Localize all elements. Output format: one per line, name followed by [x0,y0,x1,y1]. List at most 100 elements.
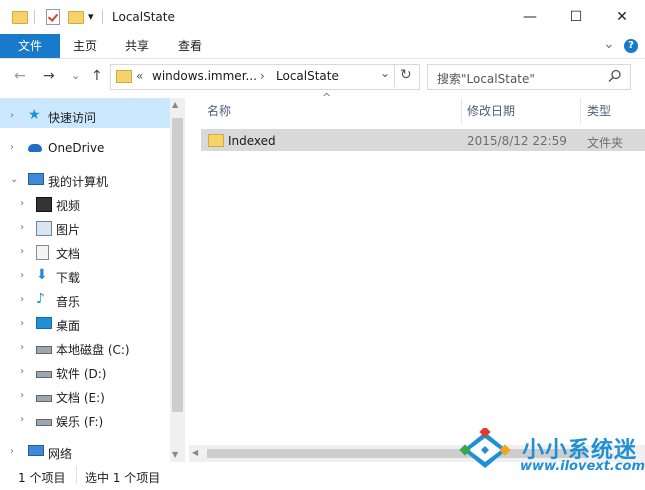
scroll-down-icon[interactable]: ▼ [172,450,178,459]
selected-count: 选中 1 个项目 [85,471,161,485]
sidebar-item-label: 桌面 [56,319,81,333]
search-icon[interactable] [608,69,622,83]
overflow-chevron-icon[interactable]: « [136,69,143,83]
chevron-right-icon[interactable]: › [20,270,24,281]
computer-icon [28,173,44,185]
close-button[interactable]: ✕ [599,0,645,34]
divider [102,10,103,24]
sidebar-item[interactable]: › ♪ 音乐 [0,288,170,312]
sidebar-item[interactable]: › 视频 [0,192,170,216]
drive-icon [36,371,52,378]
quick-access-toolbar-dropdown-icon[interactable]: ▾ [88,10,94,23]
scroll-up-icon[interactable]: ▲ [172,100,178,109]
divider [394,65,395,87]
up-button[interactable]: ↑ [91,68,103,84]
chevron-right-icon[interactable]: › [20,246,24,257]
download-icon: ⬇ [36,267,48,283]
sidebar-item-label: 娱乐 (F:) [56,415,104,429]
local-disk-icon [36,346,52,354]
file-name: Indexed [228,134,276,148]
item-count: 1 个项目 [18,471,66,485]
chevron-right-icon[interactable]: › [20,318,24,329]
sort-ascending-icon: ^ [322,91,332,104]
sidebar-item-label: 快速访问 [48,111,97,125]
nav-scrollbar-thumb[interactable] [172,118,183,412]
chevron-down-icon[interactable]: ⌄ [10,174,18,185]
new-folder-icon[interactable] [68,11,84,24]
sidebar-item[interactable]: › 网络 [0,440,170,464]
watermark-url: www.ilovext.com [520,459,645,474]
divider [34,10,35,24]
sidebar-item[interactable]: › 娱乐 (F:) [0,408,170,432]
sidebar-item-label: 网络 [48,447,73,461]
maximize-button[interactable]: ☐ [553,0,599,34]
ribbon-expand-icon[interactable]: ⌄ [603,36,615,52]
network-icon [28,445,44,456]
sidebar-item[interactable]: › ★ 快速访问 [0,98,170,128]
sidebar-item[interactable]: › ⬇ 下载 [0,264,170,288]
sidebar-item-label: 本地磁盘 (C:) [56,343,130,357]
folder-icon[interactable] [12,11,28,24]
chevron-right-icon[interactable]: › [20,414,24,425]
drive-icon [36,395,52,402]
chevron-right-icon[interactable]: › [10,142,14,153]
sidebar-item[interactable]: › 本地磁盘 (C:) [0,336,170,360]
sidebar-item[interactable]: › 软件 (D:) [0,360,170,384]
sidebar-item-label: 视频 [56,199,81,213]
watermark-logo-icon [459,428,511,468]
picture-icon [36,221,52,236]
column-divider[interactable] [461,98,462,124]
sidebar-item[interactable]: ⌄ 我的计算机 [0,168,170,192]
minimize-button[interactable]: — [507,0,553,34]
file-modified: 2015/8/12 22:59 [467,134,567,148]
sidebar-item-label: 下载 [56,271,81,285]
tab-file[interactable]: 文件 [0,34,60,58]
desktop-icon [36,317,52,329]
file-type: 文件夹 [587,136,624,150]
tab-share[interactable]: 共享 [116,34,158,58]
cloud-icon [28,144,42,152]
folder-icon [208,134,224,147]
sidebar-item[interactable]: › OneDrive [0,136,170,160]
column-divider[interactable] [580,98,581,124]
forward-button[interactable]: → [43,68,55,84]
sidebar-item[interactable]: › 桌面 [0,312,170,336]
divider [76,466,77,484]
document-icon [36,245,49,260]
chevron-right-icon[interactable]: › [20,366,24,377]
column-header-type[interactable]: 类型 [587,102,611,120]
help-icon[interactable]: ? [624,39,638,53]
sidebar-item-label: 我的计算机 [48,175,109,189]
music-icon: ♪ [36,291,45,307]
breadcrumb-separator-icon[interactable]: › [260,69,265,83]
chevron-right-icon[interactable]: › [20,222,24,233]
sidebar-item[interactable]: › 文档 (E:) [0,384,170,408]
chevron-right-icon[interactable]: › [20,294,24,305]
tab-home[interactable]: 主页 [64,34,106,58]
sidebar-item-label: 软件 (D:) [56,367,107,381]
chevron-right-icon[interactable]: › [10,110,14,121]
back-button[interactable]: ← [14,68,26,84]
recent-locations-icon[interactable]: ⌄ [71,69,80,82]
window-title: LocalState [112,10,175,24]
sidebar-item-label: 音乐 [56,295,81,309]
search-placeholder: 搜索"LocalState" [437,72,535,86]
chevron-right-icon[interactable]: › [20,390,24,401]
chevron-right-icon[interactable]: › [20,342,24,353]
tab-view[interactable]: 查看 [169,34,211,58]
chevron-right-icon[interactable]: › [20,198,24,209]
column-header-name[interactable]: 名称 [207,102,231,120]
column-header-modified[interactable]: 修改日期 [467,102,515,120]
sidebar-item[interactable]: › 文档 [0,240,170,264]
breadcrumb-item[interactable]: LocalState [276,69,339,83]
address-dropdown-icon[interactable]: ⌄ [380,66,390,80]
video-icon [36,197,52,212]
sidebar-item[interactable]: › 图片 [0,216,170,240]
sidebar-item-label: 图片 [56,223,81,237]
drive-icon [36,419,52,426]
refresh-button[interactable]: ↻ [400,67,412,83]
scroll-left-icon[interactable]: ◀ [192,448,198,457]
breadcrumb-item[interactable]: windows.immer... [152,69,257,83]
properties-icon[interactable] [46,9,60,25]
chevron-right-icon[interactable]: › [10,446,14,457]
